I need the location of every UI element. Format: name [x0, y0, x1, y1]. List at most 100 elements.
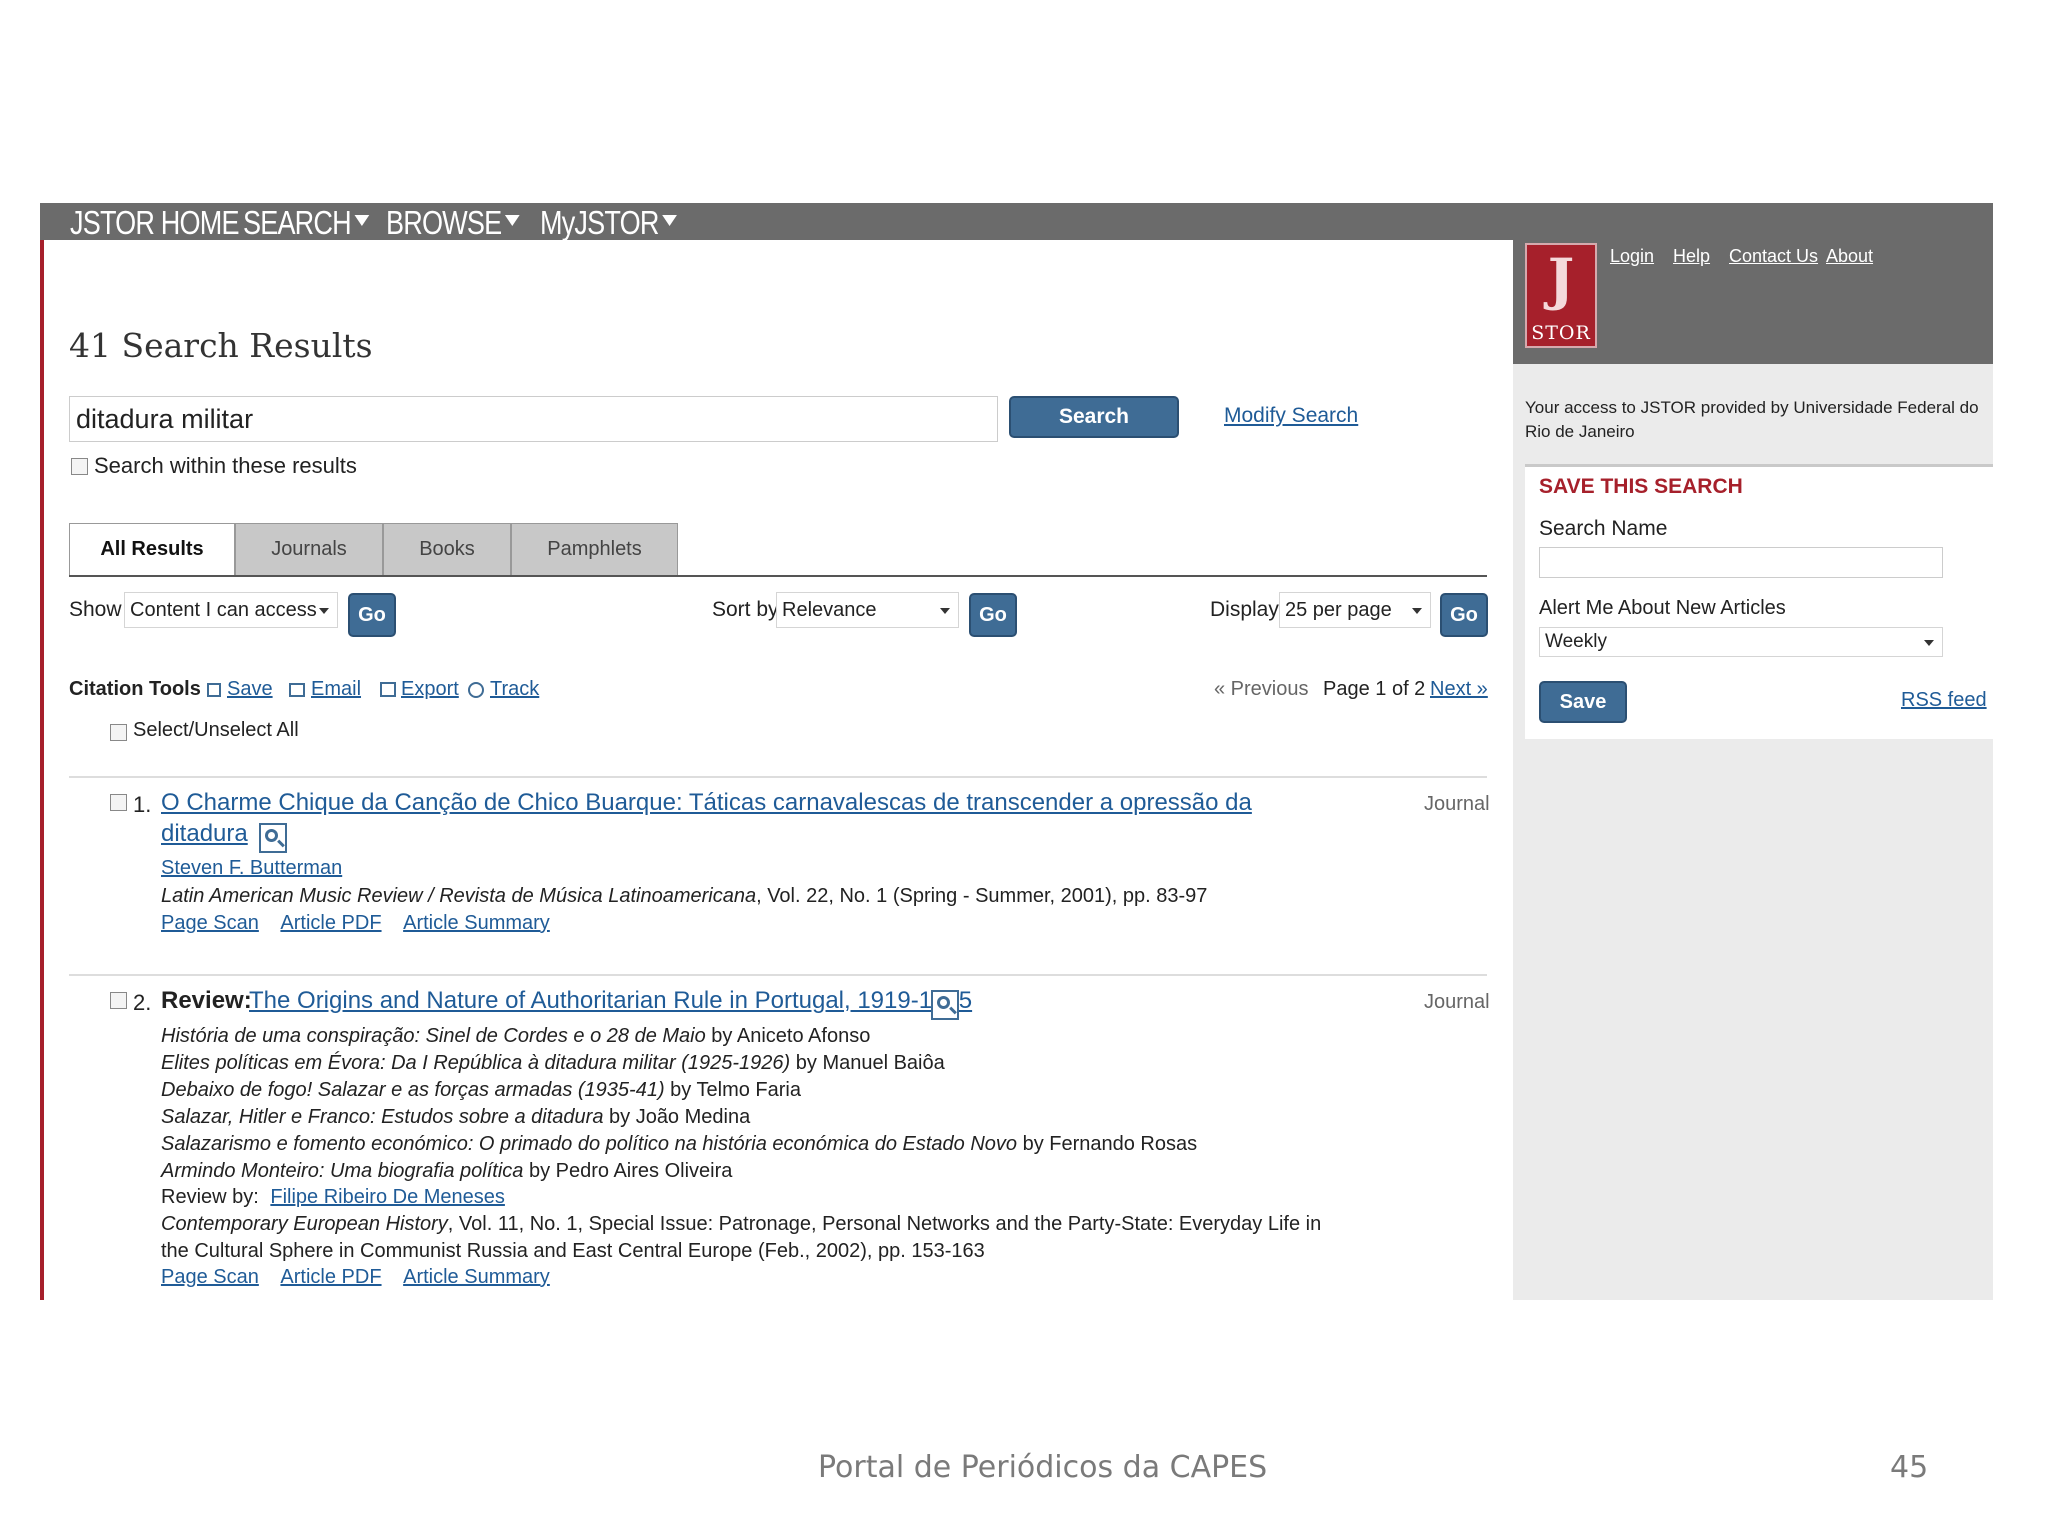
about-link[interactable]: About	[1826, 246, 1873, 267]
result-checkbox[interactable]	[110, 794, 127, 811]
top-nav: JSTOR HOME SEARCH BROWSE MyJSTOR	[40, 203, 1993, 241]
citation-email-link[interactable]: Email	[311, 678, 361, 701]
book-author: by Aniceto Afonso	[705, 1025, 871, 1047]
article-pdf-link[interactable]: Article PDF	[280, 912, 381, 934]
book-author: by Manuel Baiôa	[790, 1052, 945, 1074]
search-within-checkbox[interactable]	[71, 458, 88, 475]
journal-name: Contemporary European History	[161, 1213, 448, 1235]
result-links: Page Scan Article PDF Article Summary	[161, 910, 550, 937]
alert-frequency-select[interactable]: Weekly	[1539, 627, 1943, 657]
result-type: Journal	[1424, 793, 1490, 815]
reviewed-book: História de uma conspiração: Sinel de Co…	[161, 1023, 870, 1050]
search-name-label: Search Name	[1539, 517, 1668, 540]
jstor-logo[interactable]: J STOR	[1525, 243, 1597, 348]
display-go-button[interactable]: Go	[1440, 593, 1488, 637]
book-title: Armindo Monteiro: Uma biografia política	[161, 1160, 524, 1182]
article-summary-link[interactable]: Article Summary	[403, 1266, 550, 1288]
select-all-checkbox[interactable]	[110, 724, 127, 741]
tab-pamphlets[interactable]: Pamphlets	[511, 523, 678, 575]
article-pdf-link[interactable]: Article PDF	[280, 1266, 381, 1288]
login-link[interactable]: Login	[1610, 246, 1654, 267]
modify-search-link[interactable]: Modify Search	[1224, 404, 1358, 428]
result-citation: Contemporary European History, Vol. 11, …	[161, 1211, 1321, 1238]
result-title-link[interactable]: ditadura	[161, 820, 248, 848]
help-link[interactable]: Help	[1673, 246, 1710, 267]
citation-export-link[interactable]: Export	[401, 678, 459, 701]
magnifier-icon[interactable]	[931, 990, 959, 1020]
show-label: Show	[69, 598, 122, 621]
sort-go-button[interactable]: Go	[969, 593, 1017, 637]
chevron-down-icon	[504, 215, 520, 226]
result-citation: Latin American Music Review / Revista de…	[161, 883, 1207, 910]
save-search-button[interactable]: Save	[1539, 681, 1627, 723]
chevron-down-icon	[1412, 608, 1422, 614]
chevron-down-icon	[354, 215, 369, 226]
magnifier-icon[interactable]	[259, 823, 287, 853]
book-title: Debaixo de fogo! Salazar e as forças arm…	[161, 1079, 665, 1101]
save-icon	[207, 683, 221, 697]
reviewed-book: Armindo Monteiro: Uma biografia política…	[161, 1158, 732, 1185]
search-button[interactable]: Search	[1009, 396, 1179, 438]
search-name-input[interactable]	[1539, 547, 1943, 578]
alert-frequency-value: Weekly	[1545, 631, 1607, 652]
book-title: Salazarismo e fomento económico: O prima…	[161, 1133, 1018, 1155]
search-input[interactable]	[69, 396, 998, 442]
tab-books[interactable]: Books	[383, 523, 511, 575]
nav-myjstor[interactable]: MyJSTOR	[540, 203, 677, 241]
tab-all-results[interactable]: All Results	[69, 523, 235, 577]
footer-text: Portal de Periódicos da CAPES	[818, 1450, 1268, 1485]
citation-details: , Vol. 22, No. 1 (Spring - Summer, 2001)…	[756, 885, 1208, 907]
save-search-title: SAVE THIS SEARCH	[1539, 475, 1743, 498]
result-author-link[interactable]: Steven F. Butterman	[161, 857, 342, 880]
tab-journals[interactable]: Journals	[235, 523, 383, 575]
result-citation-cont: the Cultural Sphere in Communist Russia …	[161, 1240, 985, 1262]
email-icon	[289, 683, 305, 697]
review-prefix: Review:	[161, 987, 252, 1014]
page-scan-link[interactable]: Page Scan	[161, 912, 259, 934]
page-scan-link[interactable]: Page Scan	[161, 1266, 259, 1288]
pagination-page: Page 1 of 2	[1323, 678, 1426, 700]
result-title-link[interactable]: The Origins and Nature of Authoritarian …	[249, 987, 972, 1015]
alert-label: Alert Me About New Articles	[1539, 597, 1786, 619]
main-content: 41 Search Results Search Modify Search S…	[44, 240, 1514, 1300]
nav-search-label: SEARCH	[243, 204, 352, 241]
nav-search[interactable]: SEARCH	[243, 203, 369, 241]
reviewed-book: Elites políticas em Évora: Da I Repúblic…	[161, 1050, 945, 1077]
book-author: by Telmo Faria	[664, 1079, 801, 1101]
sort-select-value: Relevance	[782, 599, 877, 621]
show-select[interactable]: Content I can access	[124, 592, 338, 628]
show-select-value: Content I can access	[130, 599, 317, 621]
logo-j: J	[1547, 247, 1575, 313]
result-title-link[interactable]: O Charme Chique da Canção de Chico Buarq…	[161, 789, 1252, 817]
logo-stor: STOR	[1531, 322, 1591, 344]
reviewer-link[interactable]: Filipe Ribeiro De Meneses	[270, 1186, 505, 1208]
citation-track-link[interactable]: Track	[490, 678, 539, 701]
page-title: 41 Search Results	[69, 326, 373, 365]
pagination-next[interactable]: Next »	[1430, 678, 1488, 701]
rss-feed-link[interactable]: RSS feed	[1901, 689, 1987, 712]
display-select[interactable]: 25 per page	[1279, 592, 1431, 628]
nav-home-label: JSTOR HOME	[70, 204, 240, 241]
chevron-down-icon	[319, 608, 329, 614]
nav-home[interactable]: JSTOR HOME	[70, 203, 240, 241]
citation-details: , Vol. 11, No. 1, Special Issue: Patrona…	[447, 1213, 1322, 1235]
reviewed-book: Salazar, Hitler e Franco: Estudos sobre …	[161, 1104, 750, 1131]
save-search-panel: SAVE THIS SEARCH Search Name Alert Me Ab…	[1525, 464, 1993, 739]
select-all-label: Select/Unselect All	[133, 719, 299, 741]
nav-browse[interactable]: BROWSE	[386, 203, 520, 241]
tabs-underline	[69, 575, 1487, 577]
pagination-previous[interactable]: « Previous	[1214, 678, 1309, 701]
chevron-down-icon	[1924, 640, 1934, 646]
contact-us-link[interactable]: Contact Us	[1729, 246, 1818, 267]
citation-tools-label: Citation Tools	[69, 678, 201, 700]
citation-save-link[interactable]: Save	[227, 678, 273, 701]
article-summary-link[interactable]: Article Summary	[403, 912, 550, 934]
review-by: Review by: Filipe Ribeiro De Meneses	[161, 1184, 505, 1211]
result-checkbox[interactable]	[110, 992, 127, 1009]
show-go-button[interactable]: Go	[348, 593, 396, 637]
display-label: Display	[1210, 598, 1279, 621]
chevron-down-icon	[661, 215, 677, 226]
book-author: by Pedro Aires Oliveira	[523, 1160, 733, 1182]
sort-select[interactable]: Relevance	[776, 592, 959, 628]
journal-name: Latin American Music Review / Revista de…	[161, 885, 757, 907]
